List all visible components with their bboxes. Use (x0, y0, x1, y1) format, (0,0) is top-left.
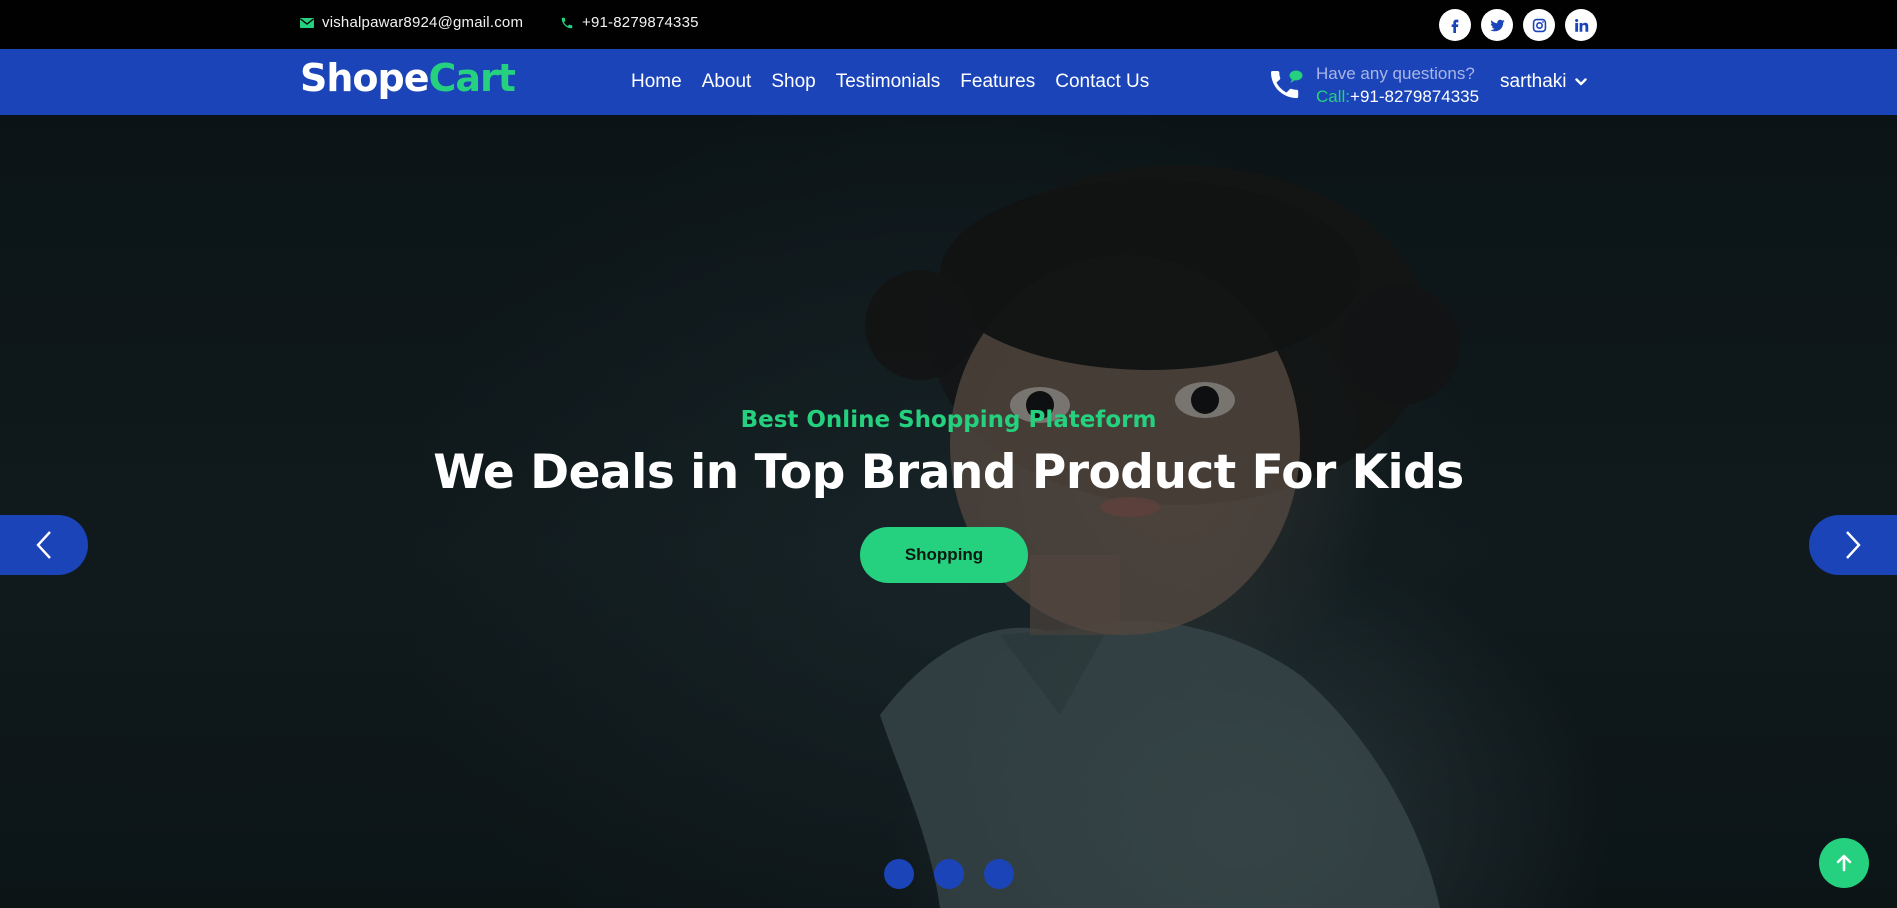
linkedin-link[interactable] (1565, 9, 1597, 41)
linkedin-icon (1574, 18, 1588, 32)
chevron-down-icon (1574, 78, 1587, 86)
nav-contact-us[interactable]: Contact Us (1055, 71, 1149, 93)
carousel-next-button[interactable] (1809, 515, 1897, 575)
nav-features[interactable]: Features (960, 71, 1035, 93)
logo-part-1: Shope (300, 56, 430, 100)
facebook-icon (1451, 19, 1459, 33)
contact-phone-text: +91-8279874335 (582, 14, 699, 31)
hero-subtitle: Best Online Shopping Plateform (740, 407, 1157, 433)
site-logo[interactable]: ShopeCart (300, 56, 516, 100)
phone-icon (560, 16, 574, 30)
envelope-icon (300, 16, 314, 30)
chevron-left-icon (36, 531, 51, 559)
logo-part-2: Cart (428, 56, 516, 100)
shopping-button[interactable]: Shopping (860, 527, 1028, 583)
help-question: Have any questions? (1316, 64, 1475, 83)
carousel-indicators (884, 859, 1014, 889)
carousel-indicator-2[interactable] (934, 859, 964, 889)
chevron-right-icon (1846, 531, 1861, 559)
help-call-number: +91-8279874335 (1350, 87, 1480, 106)
main-navbar: ShopeCart Home About Shop Testimonials F… (0, 49, 1897, 115)
carousel-indicator-3[interactable] (984, 859, 1014, 889)
nav-home[interactable]: Home (631, 71, 682, 93)
contact-email[interactable]: vishalpawar8924@gmail.com (300, 14, 523, 31)
twitter-link[interactable] (1481, 9, 1513, 41)
instagram-icon (1532, 18, 1546, 32)
twitter-icon (1489, 19, 1505, 31)
contact-email-text: vishalpawar8924@gmail.com (322, 14, 524, 31)
nav-shop[interactable]: Shop (771, 71, 815, 93)
hero-title: We Deals in Top Brand Product For Kids (433, 445, 1464, 500)
arrow-up-icon (1836, 854, 1852, 872)
hero-child-photo (0, 115, 1897, 908)
top-contact-bar: vishalpawar8924@gmail.com +91-8279874335 (0, 0, 1897, 49)
instagram-link[interactable] (1523, 9, 1555, 41)
facebook-link[interactable] (1439, 9, 1471, 41)
help-contact: Have any questions? Call:+91-8279874335 (1268, 62, 1479, 108)
nav-about[interactable]: About (702, 71, 752, 93)
user-name: sarthaki (1500, 71, 1567, 92)
help-call[interactable]: Call:+91-8279874335 (1316, 85, 1479, 108)
nav-testimonials[interactable]: Testimonials (836, 71, 941, 93)
hero-carousel: Best Online Shopping Plateform We Deals … (0, 115, 1897, 908)
help-call-label: Call: (1316, 87, 1351, 106)
main-menu: Home About Shop Testimonials Features Co… (631, 71, 1149, 93)
carousel-prev-button[interactable] (0, 515, 88, 575)
back-to-top-button[interactable] (1819, 838, 1869, 888)
carousel-indicator-1[interactable] (884, 859, 914, 889)
phone-chat-icon (1271, 70, 1303, 99)
social-links (1439, 9, 1597, 41)
contact-phone[interactable]: +91-8279874335 (560, 14, 699, 31)
user-menu[interactable]: sarthaki (1500, 71, 1587, 93)
